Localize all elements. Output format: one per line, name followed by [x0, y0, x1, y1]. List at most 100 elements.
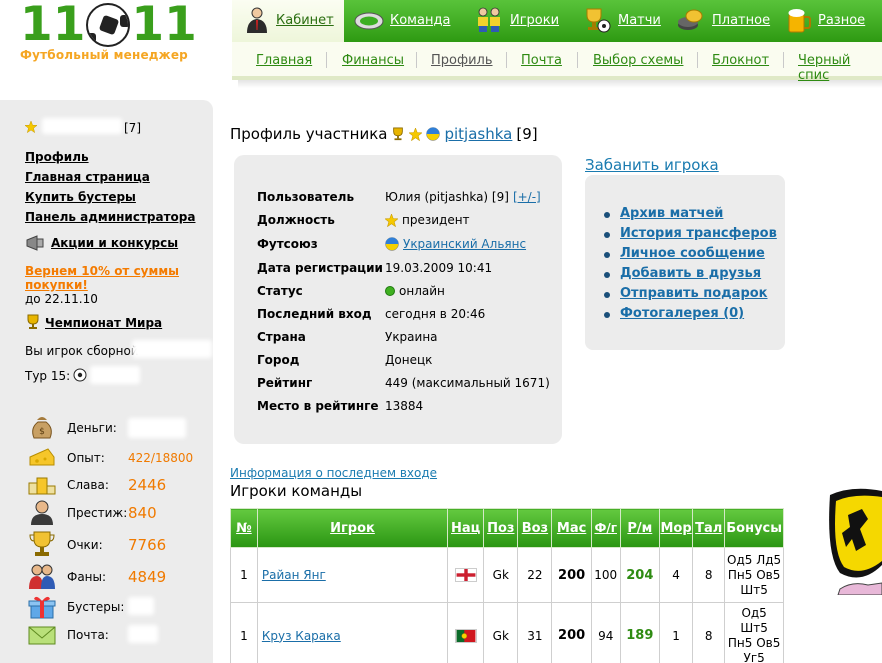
subnav-mail[interactable]: Почта — [521, 53, 562, 68]
action-add-friend[interactable]: Добавить в друзья — [604, 266, 777, 286]
stat-fame-value: 2446 — [128, 476, 167, 494]
stat-points-value: 7766 — [128, 536, 167, 554]
logo-number-right: 11 — [131, 0, 197, 52]
subnav-separator — [506, 52, 507, 68]
cell-nationality — [447, 547, 485, 603]
tour-text: Тур 15: — [25, 369, 71, 383]
trophy-ball-icon — [586, 8, 611, 33]
subnav-finances[interactable]: Финансы — [342, 53, 404, 68]
bonus-line: Од5 — [741, 605, 767, 620]
cell-player-name[interactable]: Круз Карака — [256, 602, 449, 663]
last-login-info-link[interactable]: Информация о последнем входе — [230, 466, 437, 480]
person-icon — [31, 500, 53, 525]
col-age[interactable]: Воз — [517, 508, 553, 548]
action-match-archive[interactable]: Архив матчей — [604, 206, 777, 226]
status-text: онлайн — [399, 284, 445, 298]
team-players-title: Игроки команды — [230, 482, 363, 500]
table-row: 1 Круз Карака Gk 31 200 94 189 1 8 Од5 Ш… — [230, 602, 784, 663]
nav-tab-players[interactable]: Игроки — [474, 4, 559, 36]
bonus-line: Уг5 — [743, 650, 765, 663]
nav-tab-paid[interactable]: Платное — [676, 4, 770, 36]
sidebar-link-profile[interactable]: Профиль — [25, 150, 89, 164]
ban-player-link[interactable]: Забанить игрока — [585, 156, 719, 174]
envelope-icon — [28, 626, 56, 645]
profile-label-status: Статус — [257, 284, 303, 298]
stat-fans-value: 4849 — [128, 568, 167, 586]
nav-tab-label: Кабинет — [276, 12, 334, 28]
football-icon — [86, 3, 131, 47]
nav-tab-label: Платное — [712, 12, 771, 28]
page-title: Профиль участника pitjashka [9] — [230, 125, 538, 143]
bonus-line: Шт5 — [740, 582, 768, 597]
cell-player-name[interactable]: Райан Янг — [256, 547, 449, 603]
sidebar-link-admin-panel[interactable]: Панель администратора — [25, 210, 195, 224]
col-talent[interactable]: Тал — [692, 508, 726, 548]
stat-label: Деньги: — [67, 421, 117, 435]
col-mastery[interactable]: Мас — [551, 508, 592, 548]
action-photo-gallery[interactable]: Фотогалерея (0) — [604, 306, 777, 326]
cell-bonuses: Од5 Шт5 Пн5 Ов5 Уг5 — [724, 602, 784, 663]
union-link[interactable]: Украинский Альянс — [403, 237, 526, 251]
bonus-line: Од5 Лд5 — [727, 552, 782, 567]
col-bonuses: Бонусы — [724, 508, 784, 548]
col-nationality[interactable]: Нац — [447, 508, 485, 548]
players-icon — [478, 7, 500, 32]
portugal-flag-icon — [454, 628, 477, 643]
subnav-separator — [326, 52, 327, 68]
nav-tab-cabinet[interactable]: Кабинет — [244, 4, 334, 36]
profile-actions-list: Архив матчей История трансферов Личное с… — [604, 206, 777, 326]
hidden-mail — [128, 625, 158, 643]
profile-label-user: Пользователь — [257, 190, 355, 204]
profile-label-registration: Дата регистрации — [257, 261, 383, 275]
nav-tab-misc[interactable]: Разное — [786, 4, 865, 36]
bonus-line: Пн5 Ов5 — [727, 635, 781, 650]
profile-nick-link[interactable]: pitjashka — [444, 125, 512, 143]
hidden-money — [128, 418, 186, 438]
subnav-separator — [697, 52, 698, 68]
action-transfer-history[interactable]: История трансферов — [604, 226, 777, 246]
sidebar-link-promotions[interactable]: Акции и конкурсы — [51, 236, 178, 250]
nav-tab-team[interactable]: Команда — [354, 4, 450, 36]
sidebar-link-buy-boosters[interactable]: Купить бустеры — [25, 190, 136, 204]
cell-age: 31 — [517, 602, 553, 663]
promo-date: до 22.11.10 — [25, 292, 98, 306]
action-private-message[interactable]: Личное сообщение — [604, 246, 777, 266]
trophy-icon — [393, 127, 404, 141]
hidden-boosters — [128, 597, 154, 615]
profile-label-city: Город — [257, 353, 300, 367]
hidden-national-team — [132, 340, 212, 358]
star-icon — [25, 121, 37, 133]
subnav-scheme[interactable]: Выбор схемы — [593, 53, 683, 68]
profile-level: [9] — [516, 125, 538, 143]
subnav-profile[interactable]: Профиль — [431, 53, 493, 68]
stat-label: Слава: — [67, 478, 109, 492]
subnav-main[interactable]: Главная — [256, 53, 312, 68]
nav-tab-matches[interactable]: Матчи — [582, 4, 661, 36]
subnav-blacklist[interactable]: Черный спис — [798, 53, 882, 83]
cell-mastery: 200 — [551, 547, 592, 603]
sidebar-link-main[interactable]: Главная страница — [25, 170, 150, 184]
col-rating[interactable]: Р/м — [619, 508, 660, 548]
cell-bonuses: Од5 Лд5 Пн5 Ов5 Шт5 — [724, 547, 784, 603]
action-send-gift[interactable]: Отправить подарок — [604, 286, 777, 306]
edit-level-link[interactable]: [+/-] — [513, 190, 541, 204]
col-player[interactable]: Игрок — [256, 508, 449, 548]
subnav-separator — [416, 52, 417, 68]
profile-value-status: онлайн — [385, 284, 445, 298]
col-number[interactable]: № — [230, 508, 258, 548]
star-icon — [385, 213, 398, 227]
cell-age: 22 — [517, 547, 553, 603]
profile-value-last-login: сегодня в 20:46 — [385, 307, 486, 321]
coins-icon — [678, 9, 703, 30]
logo-number-left: 11 — [20, 0, 86, 52]
col-fitness[interactable]: Ф/г — [590, 508, 621, 548]
profile-value-rank: 13884 — [385, 399, 424, 413]
col-position[interactable]: Поз — [483, 508, 519, 548]
sidebar-link-world-cup[interactable]: Чемпионат Мира — [45, 316, 162, 330]
subnav-notepad[interactable]: Блокнот — [712, 53, 769, 68]
col-morale[interactable]: Мор — [658, 508, 694, 548]
site-logo[interactable]: 11 11 Футбольный менеджер — [20, 0, 220, 64]
user-level: [7] — [124, 121, 141, 135]
profile-label-country: Страна — [257, 330, 306, 344]
promo-link[interactable]: Вернем 10% от суммы покупки! — [25, 264, 205, 292]
